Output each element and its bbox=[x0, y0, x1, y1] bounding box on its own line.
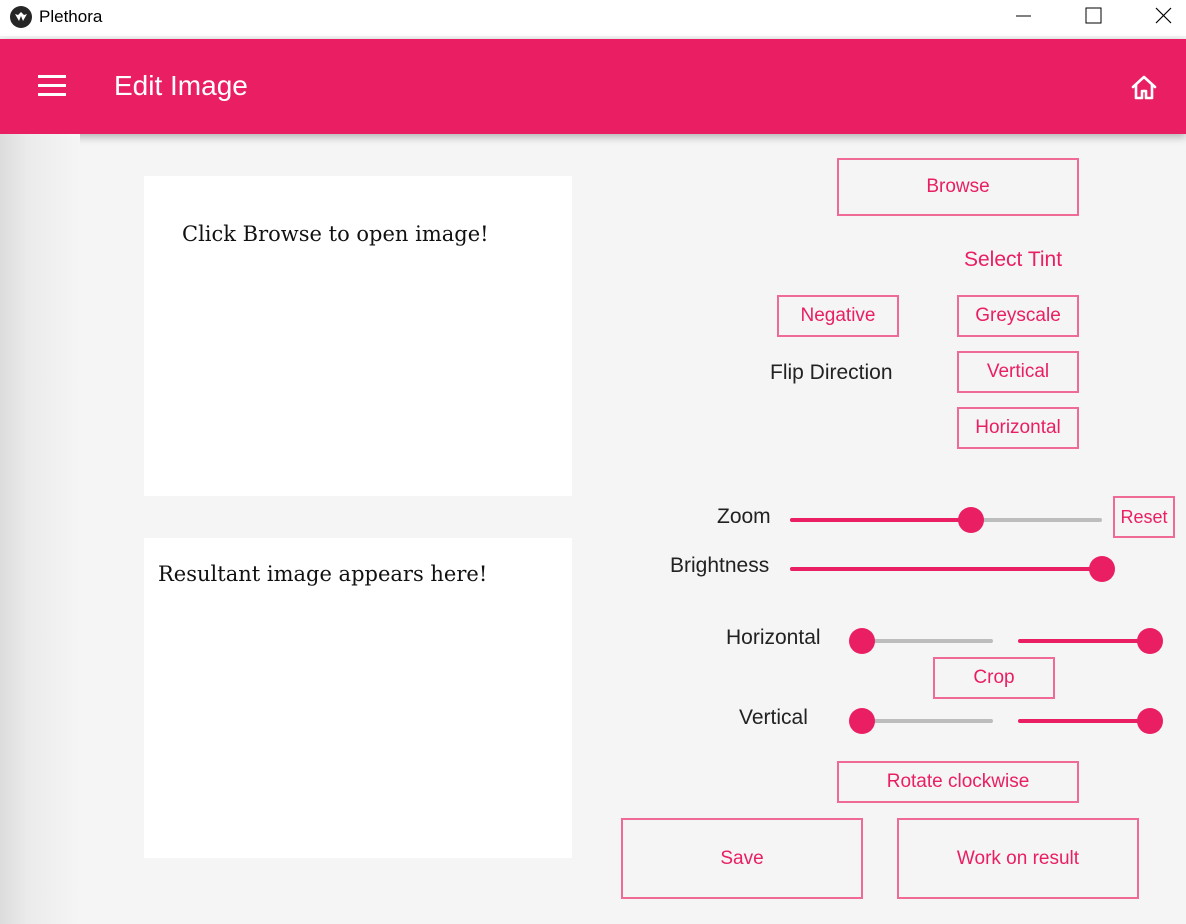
app-logo-icon bbox=[10, 6, 32, 28]
zoom-track-fill bbox=[790, 518, 971, 522]
minimize-button[interactable] bbox=[993, 0, 1053, 34]
zoom-reset-button[interactable]: Reset bbox=[1113, 496, 1175, 538]
maximize-icon bbox=[1085, 7, 1102, 24]
crop-horizontal-track-end bbox=[1018, 639, 1150, 643]
zoom-thumb[interactable] bbox=[957, 507, 984, 533]
close-icon bbox=[1155, 7, 1172, 24]
flip-horizontal-button[interactable]: Horizontal bbox=[957, 407, 1079, 449]
brightness-label: Brightness bbox=[670, 554, 770, 577]
crop-horizontal-slider[interactable] bbox=[849, 626, 1163, 656]
page-title: Edit Image bbox=[114, 70, 248, 101]
negative-button[interactable]: Negative bbox=[777, 295, 899, 337]
crop-vertical-slider[interactable] bbox=[849, 706, 1163, 736]
select-tint-label: Select Tint bbox=[964, 248, 1063, 271]
rotate-clockwise-button[interactable]: Rotate clockwise bbox=[837, 761, 1079, 803]
greyscale-button[interactable]: Greyscale bbox=[957, 295, 1079, 337]
minimize-icon bbox=[1016, 15, 1031, 17]
window-titlebar: Plethora bbox=[0, 0, 1186, 36]
home-icon[interactable] bbox=[1129, 72, 1159, 102]
close-button[interactable] bbox=[1133, 0, 1186, 34]
brightness-thumb[interactable] bbox=[1089, 556, 1115, 582]
brightness-track-fill bbox=[790, 567, 1102, 571]
zoom-label: Zoom bbox=[717, 505, 771, 528]
work-on-result-button[interactable]: Work on result bbox=[897, 818, 1139, 899]
source-image-placeholder: Click Browse to open image! bbox=[182, 222, 489, 246]
crop-vertical-track-end bbox=[1018, 719, 1150, 723]
crop-vertical-end-thumb[interactable] bbox=[1137, 708, 1163, 734]
source-image-panel: Click Browse to open image! bbox=[144, 176, 572, 496]
crop-horizontal-end-thumb[interactable] bbox=[1137, 628, 1163, 654]
maximize-button[interactable] bbox=[1063, 0, 1123, 34]
window-title: Plethora bbox=[39, 7, 103, 26]
result-image-placeholder: Resultant image appears here! bbox=[158, 562, 488, 586]
drawer-edge-shadow bbox=[0, 134, 80, 924]
crop-vertical-label: Vertical bbox=[739, 706, 808, 729]
browse-button[interactable]: Browse bbox=[837, 158, 1079, 216]
save-button[interactable]: Save bbox=[621, 818, 863, 899]
result-image-panel: Resultant image appears here! bbox=[144, 538, 572, 858]
crop-vertical-track-start bbox=[862, 719, 993, 723]
zoom-slider[interactable] bbox=[790, 505, 1102, 535]
crop-horizontal-start-thumb[interactable] bbox=[849, 628, 875, 654]
crop-vertical-start-thumb[interactable] bbox=[849, 708, 875, 734]
crop-horizontal-label: Horizontal bbox=[726, 626, 821, 649]
flip-direction-label: Flip Direction bbox=[770, 361, 893, 384]
menu-icon[interactable] bbox=[38, 75, 66, 97]
brightness-slider[interactable] bbox=[790, 554, 1115, 584]
crop-button[interactable]: Crop bbox=[933, 657, 1055, 699]
app-bar: Edit Image bbox=[0, 39, 1186, 134]
flip-vertical-button[interactable]: Vertical bbox=[957, 351, 1079, 393]
crop-horizontal-track-start bbox=[862, 639, 993, 643]
